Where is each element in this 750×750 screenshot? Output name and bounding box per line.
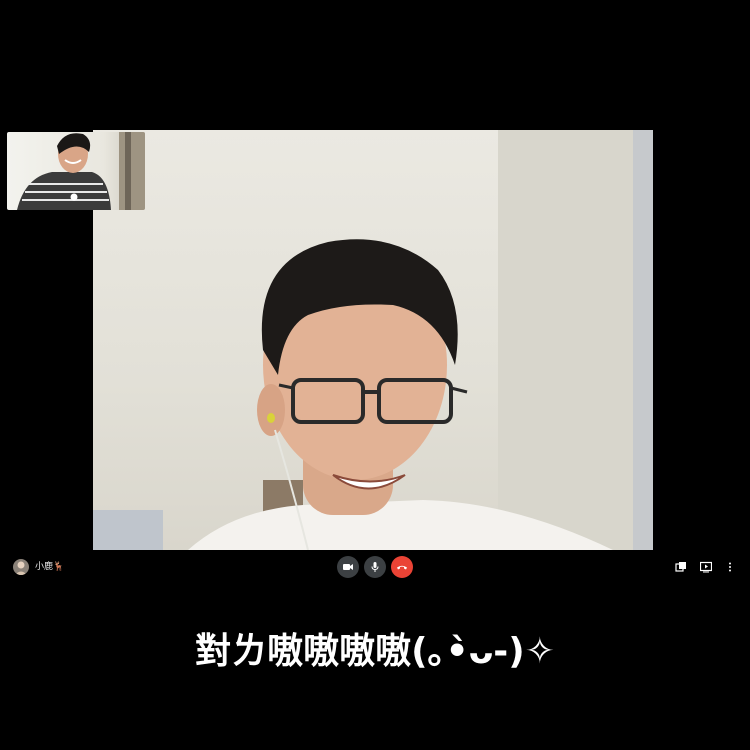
self-view-video[interactable]: [7, 132, 145, 210]
present-screen-icon: [700, 561, 712, 573]
more-options-button[interactable]: [724, 561, 736, 573]
self-view-image: [17, 132, 145, 210]
microphone-button[interactable]: [364, 556, 386, 578]
hang-up-button[interactable]: [391, 556, 413, 578]
hang-up-icon: [397, 565, 407, 570]
avatar-image: [15, 561, 27, 575]
present-button[interactable]: [700, 561, 712, 573]
microphone-icon: [371, 562, 379, 572]
camera-button[interactable]: [337, 556, 359, 578]
caption-text: 對ㄌ嗷嗷嗷嗷(｡•̀ᴗ-)✧: [195, 631, 555, 672]
camera-icon: [343, 564, 353, 570]
layout-icon: [675, 562, 686, 572]
remote-participant-image: [93, 130, 653, 550]
remote-video: [93, 130, 653, 550]
participant-avatar[interactable]: [13, 559, 29, 575]
layout-button[interactable]: [675, 561, 687, 573]
more-vert-icon: [729, 562, 731, 572]
participant-name: 小鹿🦌: [35, 562, 65, 572]
